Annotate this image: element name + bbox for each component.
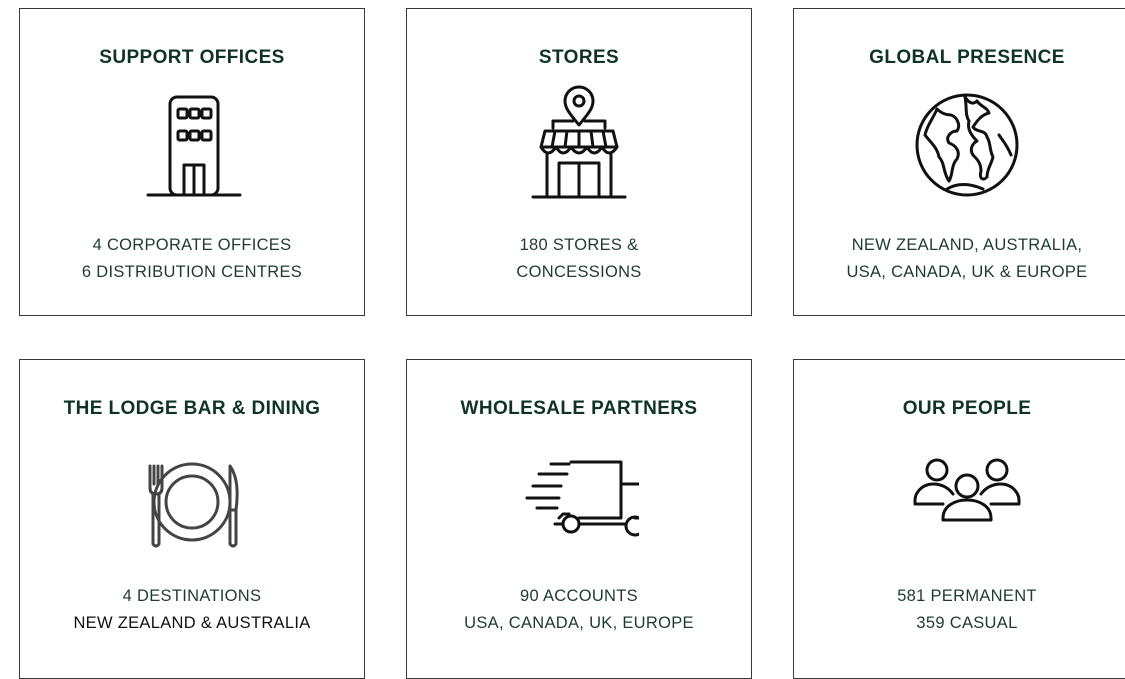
card-title: THE LODGE BAR & DINING [63,398,321,419]
card-description: 4 CORPORATE OFFICES 6 DISTRIBUTION CENTR… [20,232,364,286]
card-line: 90 ACCOUNTS [520,587,638,605]
delivery-truck-icon [519,436,639,552]
card-our-people: OUR PEOPLE 581 PERMANENT 359 CASUAL [793,359,1125,679]
card-description: 90 ACCOUNTS USA, CANADA, UK, EUROPE [407,583,751,637]
globe-icon [907,85,1027,201]
office-building-icon [132,85,252,201]
card-title: WHOLESALE PARTNERS [460,398,698,419]
card-stores: STORES 180 STORES & CONCESSIONS [406,8,752,316]
dining-plate-icon [132,436,252,552]
storefront-location-icon [519,85,639,201]
card-description: 180 STORES & CONCESSIONS [407,232,751,286]
card-wholesale-partners: WHOLESALE PARTNERS 90 ACCOUNTS USA, CANA… [406,359,752,679]
card-line: USA, CANADA, UK, EUROPE [464,614,694,632]
card-line: 581 PERMANENT [897,587,1037,605]
card-support-offices: SUPPORT OFFICES 4 CORPORATE OFFICES 6 DI… [19,8,365,316]
card-description: 4 DESTINATIONS NEW ZEALAND & AUSTRALIA [20,583,364,637]
card-line: 6 DISTRIBUTION CENTRES [81,263,303,281]
card-title: OUR PEOPLE [902,398,1032,419]
card-line: 180 STORES & [519,236,639,254]
card-line: 359 CASUAL [916,614,1018,632]
card-line: 4 CORPORATE OFFICES [92,236,292,254]
people-group-icon [907,436,1027,552]
card-title: GLOBAL PRESENCE [869,47,1065,68]
card-line: USA, CANADA, UK & EUROPE [846,263,1088,281]
card-line: NEW ZEALAND & AUSTRALIA [73,614,311,632]
card-line: CONCESSIONS [516,263,642,281]
card-description: NEW ZEALAND, AUSTRALIA, USA, CANADA, UK … [794,232,1125,286]
card-global-presence: GLOBAL PRESENCE NEW ZEALAND, AUSTRALIA, … [793,8,1125,316]
card-line: NEW ZEALAND, AUSTRALIA, [851,236,1083,254]
card-lodge-bar-dining: THE LODGE BAR & DINING 4 DESTINATIONS NE… [19,359,365,679]
card-title: STORES [538,47,620,68]
card-description: 581 PERMANENT 359 CASUAL [794,583,1125,637]
card-line: 4 DESTINATIONS [122,587,262,605]
card-title: SUPPORT OFFICES [99,47,285,68]
